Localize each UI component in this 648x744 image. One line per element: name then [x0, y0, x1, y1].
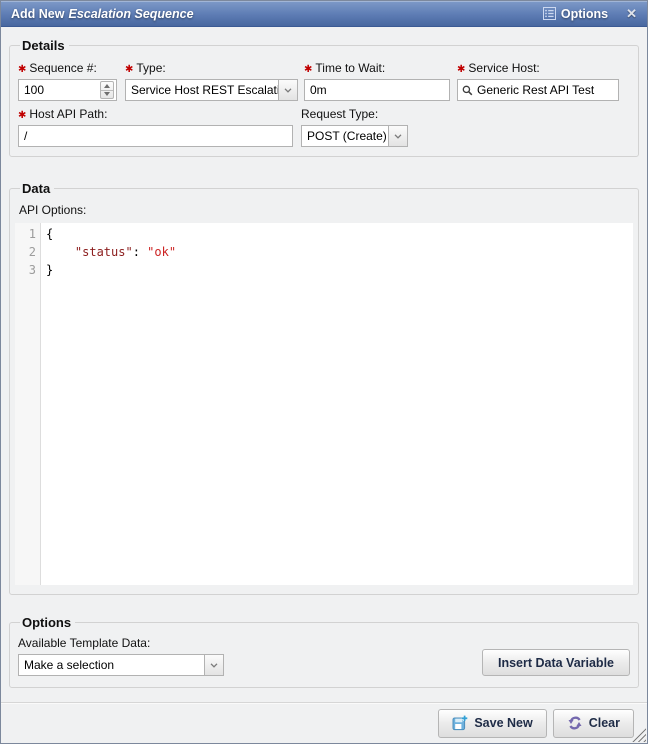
details-legend: Details: [20, 38, 69, 53]
template-data-select-trigger[interactable]: [204, 655, 223, 675]
code-token-plain: {: [46, 227, 53, 241]
code-token-key: "status": [75, 245, 133, 259]
template-data-field-group: Available Template Data: Make a selectio…: [18, 636, 224, 676]
add-escalation-sequence-dialog: Add New Escalation Sequence Options ✕ Det…: [0, 0, 648, 744]
options-section: Options Available Template Data: Make a …: [9, 615, 639, 688]
save-new-button[interactable]: Save New: [438, 709, 546, 738]
api-options-editor[interactable]: 123 { "status": "ok"}: [15, 223, 633, 585]
type-select-trigger[interactable]: [278, 80, 297, 100]
request-type-select[interactable]: POST (Create): [301, 125, 408, 147]
code-token-plain: }: [46, 263, 53, 277]
type-field-group: ✱Type: Service Host REST Escalation: [125, 61, 298, 101]
details-row-1: ✱Sequence #: ✱Type: Service Host REST Es…: [18, 61, 630, 101]
editor-code-line[interactable]: "status": "ok": [46, 243, 633, 261]
api-options-label: API Options:: [19, 203, 630, 217]
details-section: Details ✱Sequence #: ✱Type: Serv: [9, 38, 639, 157]
editor-gutter: 123: [15, 223, 41, 585]
host-api-path-field-group: ✱Host API Path:: [18, 107, 293, 147]
time-to-wait-input[interactable]: [304, 79, 450, 101]
insert-data-variable-button[interactable]: Insert Data Variable: [482, 649, 630, 676]
request-type-field-group: Request Type: POST (Create): [301, 107, 408, 147]
required-marker: ✱: [125, 64, 133, 75]
type-select[interactable]: Service Host REST Escalation: [125, 79, 298, 101]
options-legend: Options: [20, 615, 75, 630]
template-data-label: Available Template Data:: [18, 636, 224, 650]
editor-line-number: 2: [15, 243, 36, 261]
code-token-plain: :: [133, 245, 147, 259]
list-icon: [543, 7, 556, 20]
save-new-label: Save New: [474, 716, 532, 730]
editor-code-area[interactable]: { "status": "ok"}: [41, 223, 633, 585]
sequence-field: [18, 79, 117, 101]
editor-line-number: 3: [15, 261, 36, 279]
type-select-value: Service Host REST Escalation: [126, 80, 278, 100]
save-plus-icon: [452, 715, 468, 731]
dialog-title-prefix: Add New: [11, 7, 64, 21]
required-marker: ✱: [18, 110, 26, 121]
code-token-string: "ok": [147, 245, 176, 259]
spinner-down-icon[interactable]: [101, 91, 113, 99]
options-menu-label: Options: [561, 7, 608, 21]
editor-code-line[interactable]: }: [46, 261, 633, 279]
data-section: Data API Options: 123 { "status": "ok"}: [9, 181, 639, 595]
service-host-field: [457, 79, 619, 101]
spinner-up-icon[interactable]: [101, 82, 113, 91]
request-type-select-trigger[interactable]: [388, 126, 407, 146]
sequence-field-group: ✱Sequence #:: [18, 61, 117, 101]
titlebar-tools: Options ✕: [543, 5, 639, 22]
refresh-icon: [567, 715, 583, 731]
service-host-label: ✱Service Host:: [457, 61, 619, 75]
required-marker: ✱: [18, 64, 26, 75]
close-icon[interactable]: ✕: [624, 5, 639, 22]
clear-button[interactable]: Clear: [553, 709, 634, 738]
dialog-body: Details ✱Sequence #: ✱Type: Serv: [1, 27, 647, 702]
options-row: Available Template Data: Make a selectio…: [18, 636, 630, 678]
editor-line-number: 1: [15, 225, 36, 243]
time-to-wait-field-group: ✱Time to Wait:: [304, 61, 450, 101]
options-menu-button[interactable]: Options: [543, 7, 608, 21]
time-to-wait-label: ✱Time to Wait:: [304, 61, 450, 75]
template-data-select-value: Make a selection: [19, 655, 204, 675]
sequence-label: ✱Sequence #:: [18, 61, 117, 75]
editor-code-line[interactable]: {: [46, 225, 633, 243]
chevron-down-icon: [284, 88, 292, 93]
service-host-field-group: ✱Service Host:: [457, 61, 619, 101]
template-data-select[interactable]: Make a selection: [18, 654, 224, 676]
required-marker: ✱: [457, 64, 465, 75]
required-marker: ✱: [304, 64, 312, 75]
dialog-title: Add New Escalation Sequence: [11, 7, 543, 21]
details-row-2: ✱Host API Path: Request Type: POST (Crea…: [18, 107, 630, 147]
clear-label: Clear: [589, 716, 620, 730]
chevron-down-icon: [210, 663, 218, 668]
dialog-titlebar[interactable]: Add New Escalation Sequence Options ✕: [1, 1, 647, 27]
request-type-select-value: POST (Create): [302, 126, 388, 146]
data-legend: Data: [20, 181, 54, 196]
type-label: ✱Type:: [125, 61, 298, 75]
request-type-label: Request Type:: [301, 107, 408, 121]
dialog-footer: Save New Clear: [1, 702, 647, 743]
code-token-plain: [46, 245, 75, 259]
sequence-spinner[interactable]: [100, 81, 114, 99]
chevron-down-icon: [394, 134, 402, 139]
host-api-path-label: ✱Host API Path:: [18, 107, 293, 121]
service-host-input[interactable]: [473, 83, 614, 97]
search-icon: [462, 85, 473, 96]
dialog-title-emphasis: Escalation Sequence: [68, 7, 193, 21]
host-api-path-input[interactable]: [18, 125, 293, 147]
